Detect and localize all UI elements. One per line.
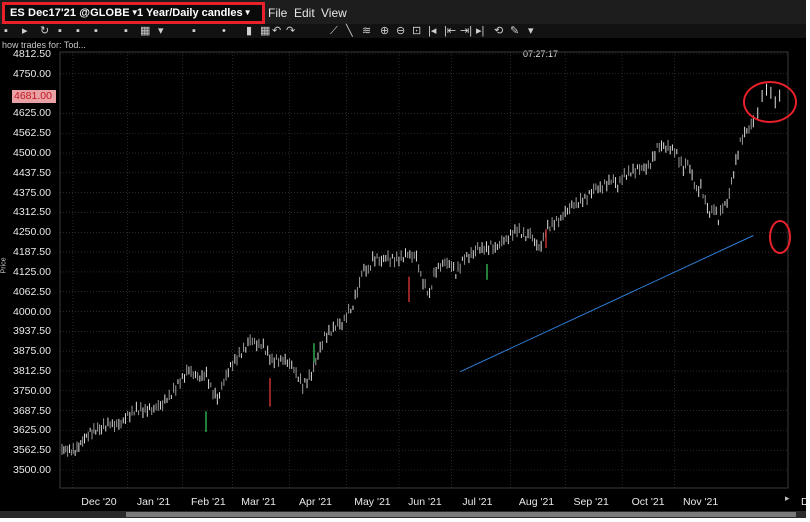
price-chart[interactable] [0, 0, 806, 518]
x-tick-label: Sep '21 [573, 496, 609, 508]
x-tick-label: Jun '21 [408, 496, 442, 508]
x-axis-overflow-label: D [801, 496, 806, 508]
chart-window: ES Dec17'21 @GLOBE▼ 1 Year/Daily candles… [0, 0, 806, 518]
x-tick-label: May '21 [354, 496, 391, 508]
x-tick-label: Jan '21 [136, 496, 171, 508]
x-tick-label: Feb '21 [190, 496, 226, 508]
x-tick-label: Apr '21 [299, 496, 333, 508]
annotation-circle-average [769, 220, 791, 254]
x-tick-label: Aug '21 [518, 496, 555, 508]
x-tick-label: Jul '21 [462, 496, 493, 508]
scrollbar-thumb[interactable] [126, 512, 796, 517]
x-tick-label: Nov '21 [682, 496, 719, 508]
x-tick-label: Oct '21 [631, 496, 665, 508]
x-tick-label: Dec '20 [81, 496, 117, 508]
x-tick-label: Mar '21 [241, 496, 276, 508]
scroll-right-arrow-icon[interactable]: ▸ [785, 493, 790, 504]
